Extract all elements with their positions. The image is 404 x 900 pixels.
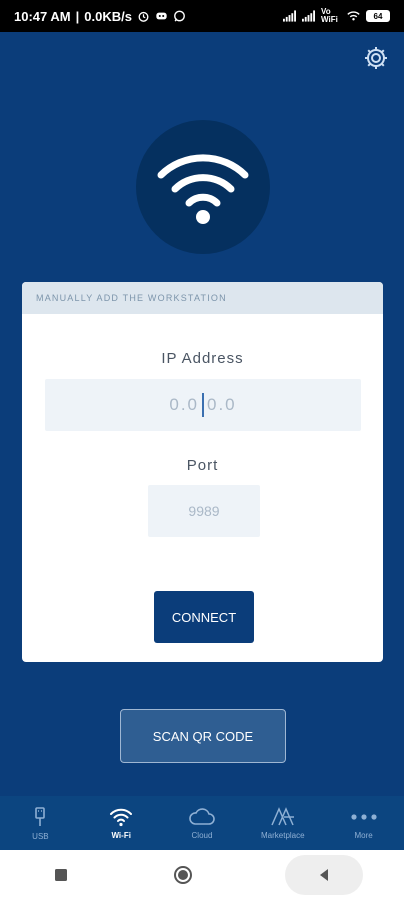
recents-button[interactable] [41, 857, 81, 893]
battery-icon: 64 [366, 10, 390, 22]
tab-label-wifi: Wi-Fi [111, 830, 131, 840]
ip-placeholder-right: 0.0 [207, 395, 237, 414]
wifi-icon [110, 808, 133, 826]
recents-icon [55, 869, 67, 881]
tab-label-more: More [354, 830, 373, 840]
wifi-icon [347, 11, 360, 21]
app-screen: MANUALLY ADD THE WORKSTATION IP Address … [0, 32, 404, 796]
card-header: MANUALLY ADD THE WORKSTATION [22, 282, 383, 314]
signal-icon [302, 10, 315, 22]
more-icon [350, 813, 377, 820]
tab-label-usb: USB [32, 831, 49, 841]
wifi-hero-badge [136, 120, 270, 254]
ip-placeholder-left: 0.0 [169, 395, 199, 414]
home-button[interactable] [163, 857, 203, 893]
ip-address-label: IP Address [161, 350, 244, 367]
tab-marketplace[interactable]: Marketplace [242, 796, 323, 850]
system-navigation-bar [0, 850, 404, 900]
marketplace-icon [271, 806, 294, 825]
bottom-tab-bar: USB Wi-Fi Cloud Marketplace More [0, 796, 404, 850]
status-left: 10:47 AM | 0.0KB/s [14, 9, 186, 24]
discord-icon [156, 12, 167, 20]
status-bar: 10:47 AM | 0.0KB/s Vo WiFi 64 [0, 0, 404, 32]
port-placeholder: 9989 [188, 503, 220, 519]
gear-icon [365, 47, 387, 69]
network-label: Vo WiFi [321, 7, 338, 24]
tab-usb[interactable]: USB [0, 796, 81, 850]
ip-address-input[interactable]: 0.0 0.0 [45, 379, 361, 431]
whatsapp-icon [174, 10, 185, 22]
status-right: Vo WiFi 64 [283, 8, 390, 24]
tab-wifi[interactable]: Wi-Fi [81, 796, 162, 850]
settings-button[interactable] [362, 44, 390, 72]
connect-button[interactable]: CONNECT [154, 591, 254, 643]
workstation-card: MANUALLY ADD THE WORKSTATION IP Address … [22, 282, 383, 662]
wifi-icon [157, 154, 249, 224]
cloud-icon [189, 807, 215, 825]
usb-icon [35, 806, 46, 826]
status-time: 10:47 AM [14, 8, 71, 24]
alarm-icon [138, 11, 149, 22]
signal-icon [283, 10, 296, 22]
status-net-speed: 0.0KB/s [84, 8, 132, 24]
text-cursor [202, 393, 204, 417]
port-label: Port [186, 457, 219, 474]
tab-label-cloud: Cloud [191, 830, 213, 840]
back-icon [320, 869, 328, 881]
tab-more[interactable]: More [323, 796, 404, 850]
home-icon [174, 866, 192, 884]
back-button[interactable] [285, 855, 363, 895]
port-input[interactable]: 9989 [148, 485, 260, 537]
scan-qr-code-button[interactable]: SCAN QR CODE [120, 709, 286, 763]
tab-cloud[interactable]: Cloud [162, 796, 243, 850]
tab-label-marketplace: Marketplace [261, 830, 305, 840]
status-separator: | [75, 8, 80, 24]
